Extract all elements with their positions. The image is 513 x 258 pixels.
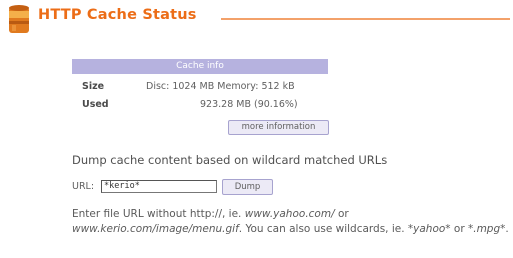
size-label: Size (82, 81, 105, 92)
size-value: Disc: 1024 MB Memory: 512 kB (146, 81, 295, 92)
url-label: URL: (72, 181, 95, 192)
dump-button[interactable]: Dump (222, 179, 273, 195)
size-row: Size Disc: 1024 MB Memory: 512 kB (72, 77, 328, 95)
url-input[interactable]: *kerio* (101, 180, 217, 193)
used-value: 923.28 MB (90.16%) (200, 99, 298, 110)
cache-info-box: Cache info Size Disc: 1024 MB Memory: 51… (72, 59, 328, 113)
header-divider (221, 18, 510, 20)
page-header: HTTP Cache Status (0, 0, 513, 40)
used-label: Used (82, 99, 109, 110)
more-information-button[interactable]: more information (228, 120, 329, 135)
cache-info-title: Cache info (72, 59, 328, 74)
page-title: HTTP Cache Status (38, 7, 197, 23)
cache-jar-icon (9, 5, 29, 33)
help-text: Enter file URL without http://, ie. www.… (72, 208, 509, 235)
dump-heading: Dump cache content based on wildcard mat… (72, 153, 388, 167)
used-row: Used 923.28 MB (90.16%) (72, 95, 328, 113)
